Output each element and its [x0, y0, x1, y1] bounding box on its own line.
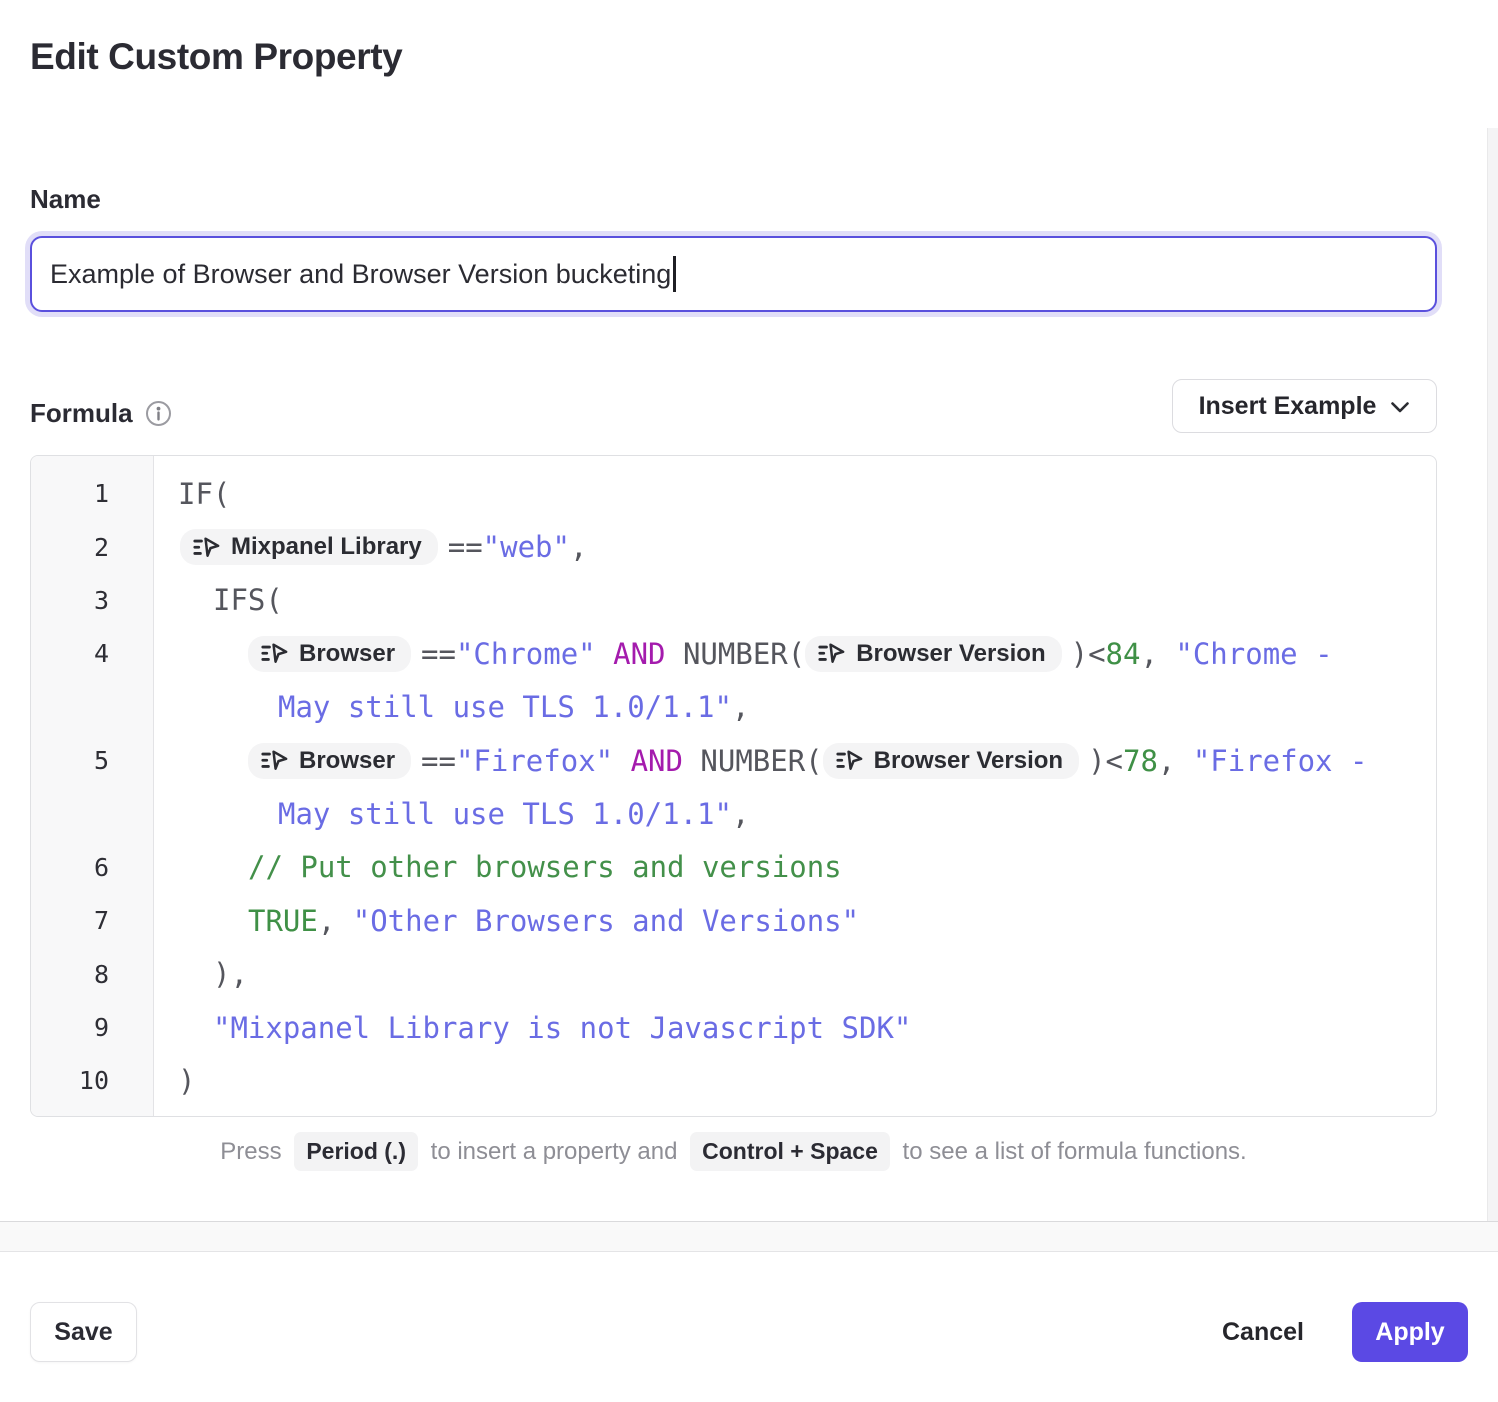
line-number: 6 — [31, 841, 153, 894]
line-number: 5 — [31, 734, 153, 787]
property-chip[interactable]: Mixpanel Library — [180, 529, 438, 565]
str-token: "Mixpanel Library is not Javascript SDK" — [213, 1011, 911, 1045]
formula-line: TRUE, "Other Browsers and Versions" — [248, 894, 1426, 947]
code-token: , — [1140, 637, 1175, 671]
line-number: 9 — [31, 1001, 153, 1054]
formula-line: "Mixpanel Library is not Javascript SDK" — [213, 1001, 1426, 1054]
line-number: 1 — [31, 467, 153, 520]
formula-label: Formula — [30, 398, 133, 429]
str-token: "Chrome - — [1175, 637, 1332, 671]
dialog-title: Edit Custom Property — [30, 36, 402, 78]
code-token: )< — [1088, 744, 1123, 778]
code-token — [596, 637, 613, 671]
property-icon — [835, 749, 864, 772]
horizontal-scrollbar-track[interactable] — [0, 1221, 1498, 1252]
code-token: , — [570, 530, 587, 564]
save-button[interactable]: Save — [30, 1302, 137, 1362]
property-chip[interactable]: Browser Version — [823, 743, 1079, 779]
str-token: "Firefox - — [1193, 744, 1368, 778]
property-chip-label: Browser — [299, 642, 395, 666]
code-token — [613, 744, 630, 778]
insert-example-button[interactable]: Insert Example — [1172, 379, 1437, 433]
property-chip[interactable]: Browser — [248, 743, 411, 779]
edit-custom-property-dialog: Edit Custom Property Name Example of Bro… — [0, 0, 1498, 1402]
str-token: "web" — [483, 530, 570, 564]
property-icon — [192, 536, 221, 559]
op-token: == — [421, 744, 456, 778]
formula-line: ) — [178, 1054, 1426, 1107]
helper-press: Press — [220, 1138, 281, 1165]
kw-token: AND — [631, 744, 683, 778]
code-token: ) — [178, 1064, 195, 1098]
vertical-scrollbar-track[interactable] — [1487, 128, 1498, 1221]
line-number — [31, 787, 153, 840]
formula-editor: 12345678910 IF(Mixpanel Library=="web",I… — [30, 455, 1437, 1117]
property-icon — [260, 642, 289, 665]
code-token: , — [1158, 744, 1193, 778]
apply-button[interactable]: Apply — [1352, 1302, 1468, 1362]
formula-line: Mixpanel Library =="web", — [180, 520, 1426, 573]
str-token: "Chrome" — [456, 637, 596, 671]
comment-token: // Put other browsers and versions — [248, 850, 842, 884]
code-token: IF( — [178, 477, 230, 511]
line-number: 4 — [31, 627, 153, 680]
editor-helper-text: Press Period (.) to insert a property an… — [30, 1132, 1437, 1171]
op-token: == — [448, 530, 483, 564]
code-token: NUMBER( — [666, 637, 806, 671]
formula-line: May still use TLS 1.0/1.1", — [278, 787, 1426, 840]
line-number-gutter: 1234 5 678910 — [31, 456, 154, 1116]
kbd-control-space: Control + Space — [690, 1132, 890, 1171]
formula-line: IF( — [178, 467, 1426, 520]
info-icon[interactable] — [145, 400, 172, 427]
code-token: ), — [213, 957, 248, 991]
str-token: "Other Browsers and Versions" — [353, 904, 859, 938]
line-number: 10 — [31, 1054, 153, 1107]
num-token: TRUE — [248, 904, 318, 938]
kw-token: AND — [613, 637, 665, 671]
property-icon — [260, 749, 289, 772]
name-input-value: Example of Browser and Browser Version b… — [50, 259, 671, 290]
code-token: , — [732, 690, 749, 724]
formula-line: // Put other browsers and versions — [248, 841, 1426, 894]
chevron-down-icon — [1390, 392, 1410, 421]
code-token: , — [732, 797, 749, 831]
line-number: 7 — [31, 894, 153, 947]
line-number: 8 — [31, 948, 153, 1001]
op-token: == — [421, 637, 456, 671]
property-chip-label: Mixpanel Library — [231, 535, 422, 559]
name-input[interactable]: Example of Browser and Browser Version b… — [30, 236, 1437, 312]
property-chip-label: Browser Version — [874, 749, 1063, 773]
formula-header: Formula — [30, 398, 172, 429]
code-token: IFS( — [213, 583, 283, 617]
cancel-button[interactable]: Cancel — [1203, 1302, 1323, 1362]
code-token: )< — [1071, 637, 1106, 671]
line-number: 3 — [31, 574, 153, 627]
line-number — [31, 681, 153, 734]
property-chip-label: Browser — [299, 749, 395, 773]
helper-mid: to insert a property and — [431, 1138, 678, 1165]
name-label: Name — [30, 184, 101, 215]
num-token: 84 — [1106, 637, 1141, 671]
property-chip[interactable]: Browser — [248, 636, 411, 672]
text-caret — [673, 256, 676, 292]
formula-line: Browser =="Chrome" AND NUMBER( Browser Ver… — [248, 627, 1426, 680]
formula-line: Browser =="Firefox" AND NUMBER( Browser Ve… — [248, 734, 1426, 787]
num-token: 78 — [1123, 744, 1158, 778]
code-token: , — [318, 904, 353, 938]
insert-example-label: Insert Example — [1199, 392, 1377, 421]
property-icon — [817, 642, 846, 665]
helper-end: to see a list of formula functions. — [903, 1138, 1247, 1165]
formula-line: May still use TLS 1.0/1.1", — [278, 681, 1426, 734]
formula-line: IFS( — [213, 574, 1426, 627]
property-chip-label: Browser Version — [856, 642, 1045, 666]
formula-code-area[interactable]: IF(Mixpanel Library=="web",IFS(Browser==… — [154, 456, 1436, 1116]
line-number: 2 — [31, 520, 153, 573]
str-token: May still use TLS 1.0/1.1" — [278, 690, 732, 724]
str-token: May still use TLS 1.0/1.1" — [278, 797, 732, 831]
formula-line: ), — [213, 948, 1426, 1001]
str-token: "Firefox" — [456, 744, 613, 778]
property-chip[interactable]: Browser Version — [805, 636, 1061, 672]
kbd-period: Period (.) — [294, 1132, 418, 1171]
code-token: NUMBER( — [683, 744, 823, 778]
